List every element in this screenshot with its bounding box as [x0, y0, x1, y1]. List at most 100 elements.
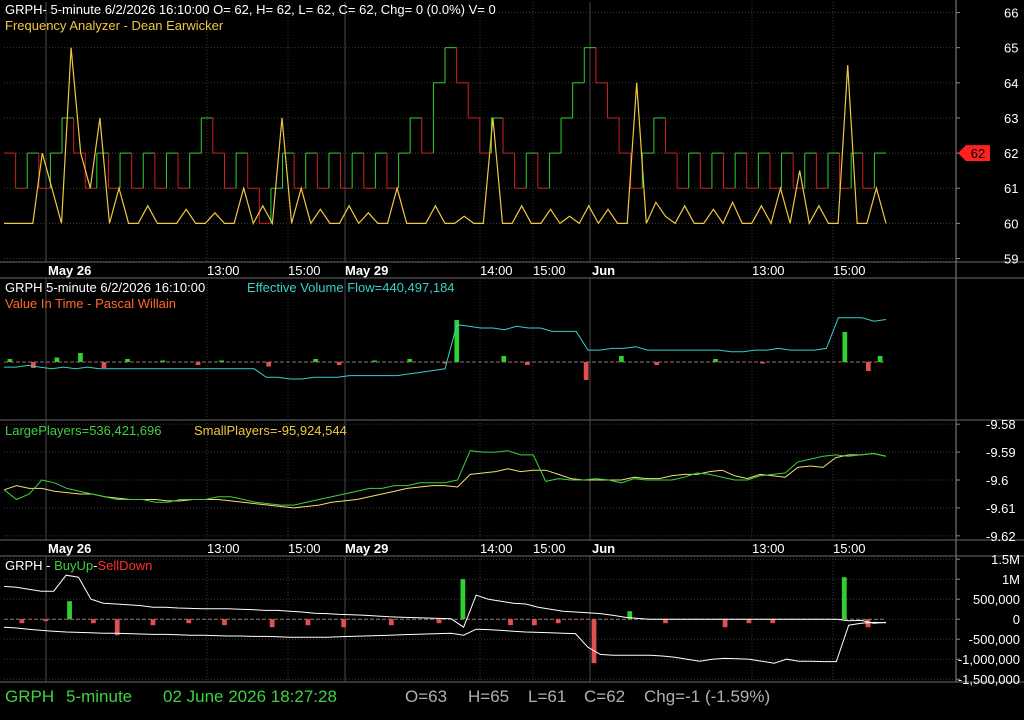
- buyup-selldown-bar: [222, 619, 227, 626]
- buyup-y-tick-label: 1M: [1002, 572, 1020, 587]
- date-axis-label: May 26: [48, 263, 91, 278]
- buyup-selldown-bar: [508, 619, 513, 626]
- date-axis-label: 15:00: [533, 263, 566, 278]
- status-datetime: 02 June 2026 18:27:28: [163, 687, 337, 706]
- buyup-y-tick-label: -500,000: [969, 632, 1020, 647]
- last-price-marker-label: 62: [971, 146, 985, 161]
- date-axis-label: Jun: [592, 541, 615, 556]
- buyup-selldown-bar: [388, 619, 394, 626]
- date-axis-label: 15:00: [288, 541, 321, 556]
- evf-bar: [160, 360, 166, 362]
- buyup-selldown-bar: [269, 619, 275, 628]
- buyup-selldown-bar: [722, 619, 728, 628]
- evf-bar: [877, 356, 883, 362]
- buyup-selldown-bar: [532, 619, 537, 626]
- evf-bar: [266, 362, 271, 367]
- evf-bar: [654, 362, 660, 365]
- evf-bar: [336, 362, 342, 365]
- buyup-selldown-bar: [746, 619, 752, 624]
- price-y-tick-label: 62: [1004, 146, 1018, 161]
- buyup-selldown-bar: [436, 619, 442, 624]
- date-axis-label: 15:00: [833, 541, 866, 556]
- price-y-tick-label: 60: [1004, 216, 1018, 231]
- buyup-selldown-bar: [555, 619, 561, 624]
- selldown-line: [3, 621, 887, 664]
- buyup-selldown-bar: [460, 579, 466, 620]
- price-y-tick-label: 61: [1004, 181, 1018, 196]
- evf-bar: [313, 359, 318, 362]
- status-open: O=63: [405, 687, 448, 706]
- buyup-prefix: GRPH -: [5, 558, 55, 573]
- status-interval: 5-minute: [66, 687, 133, 706]
- date-axis-label: 13:00: [752, 263, 785, 278]
- evf-bar: [583, 362, 589, 380]
- players-y-tick-label: -9.58: [986, 417, 1016, 432]
- evf-bar: [713, 359, 718, 362]
- buyup-selldown-bar: [150, 619, 156, 626]
- selldown-label: SellDown: [97, 558, 153, 573]
- value-in-time-label: Value In Time - Pascal Willain: [5, 296, 176, 311]
- evf-bar: [125, 359, 130, 362]
- buyup-selldown-bar: [19, 619, 25, 624]
- evf-bar: [501, 356, 507, 362]
- evf-bar: [7, 359, 13, 362]
- date-axis-label: 14:00: [480, 541, 513, 556]
- date-axis-label: Jun: [592, 263, 615, 278]
- date-axis-label: 13:00: [207, 263, 240, 278]
- buyup-y-tick-label: 1.5M: [991, 552, 1020, 567]
- evf-bar: [866, 362, 871, 371]
- evf-bar: [842, 332, 848, 362]
- buyup-selldown-bar: [841, 577, 847, 620]
- evf-bar: [54, 357, 60, 362]
- buyup-selldown-bar: [91, 619, 96, 624]
- buyup-selldown-header: GRPH - BuyUp-SellDown: [5, 558, 152, 574]
- buyup-y-tick-label: 500,000: [973, 592, 1020, 607]
- evf-value: Effective Volume Flow=440,497,184: [247, 280, 455, 295]
- status-bar: GRPH 5-minute 02 June 2026 18:27:28 O=63…: [0, 682, 1024, 712]
- date-axis-label: 15:00: [533, 541, 566, 556]
- buyup-selldown-bar: [43, 619, 49, 622]
- evf-bar: [619, 356, 624, 362]
- evf-bar: [31, 362, 36, 368]
- date-axis-label: 14:00: [480, 263, 513, 278]
- buyup-selldown-bar: [67, 601, 72, 620]
- players-y-tick-label: -9.62: [986, 529, 1016, 544]
- date-axis-label: May 29: [345, 263, 388, 278]
- price-y-tick-label: 64: [1004, 76, 1018, 91]
- buyup-y-tick-label: 0: [1013, 612, 1020, 627]
- evf-bar: [407, 359, 413, 362]
- chart-canvas[interactable]: May 26 13:00 15:00 May 29 14:00 15:00 Jun 13:00…: [0, 0, 1024, 720]
- buyup-selldown-bar: [341, 619, 347, 628]
- evf-bar: [524, 362, 530, 365]
- evf-line: [4, 317, 887, 380]
- buyup-selldown-bar: [663, 619, 668, 624]
- evf-bar: [372, 360, 377, 362]
- price-y-tick-label: 63: [1004, 111, 1018, 126]
- evf-bar: [760, 362, 765, 364]
- players-y-tick-label: -9.59: [986, 445, 1016, 460]
- date-axis-label: 13:00: [752, 541, 785, 556]
- buyup-y-tick-label: -1,000,000: [958, 652, 1020, 667]
- evf-bar: [195, 362, 201, 365]
- small-players-label: SmallPlayers=-95,924,544: [194, 423, 347, 438]
- buyup-selldown-bar: [770, 619, 776, 624]
- date-axis-label: 13:00: [207, 541, 240, 556]
- players-y-tick-label: -9.6: [986, 473, 1008, 488]
- date-axis-label: 15:00: [288, 263, 321, 278]
- frequency-analyzer-label: Frequency Analyzer - Dean Earwicker: [5, 18, 224, 33]
- buyup-selldown-bar: [591, 619, 597, 664]
- price-y-tick-label: 59: [1004, 251, 1018, 266]
- date-axis-label: 15:00: [833, 263, 866, 278]
- price-y-tick-label: 66: [1004, 6, 1018, 21]
- price-y-tick-label: 65: [1004, 41, 1018, 56]
- price-panel-header: GRPH- 5-minute 6/2/2026 16:10:00 O= 62, …: [5, 2, 496, 17]
- buyup-selldown-bar: [305, 619, 311, 626]
- status-close: C=62: [584, 687, 626, 706]
- status-low: L=61: [528, 687, 567, 706]
- date-axis-label: May 26: [48, 541, 91, 556]
- status-symbol: GRPH: [5, 687, 55, 706]
- players-y-tick-label: -9.61: [986, 501, 1016, 516]
- evf-bar: [78, 353, 83, 362]
- large-players-label: LargePlayers=536,421,696: [5, 423, 162, 438]
- large-players-line: [3, 450, 887, 506]
